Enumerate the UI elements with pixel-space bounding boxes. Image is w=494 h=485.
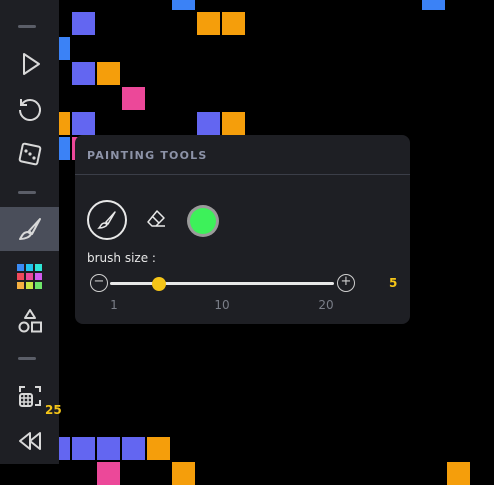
- pixel-cell[interactable]: [172, 462, 195, 485]
- brush-size-slider[interactable]: [110, 282, 334, 285]
- pixel-cell[interactable]: [97, 62, 120, 85]
- pixel-cell[interactable]: [172, 0, 195, 10]
- pixel-cell[interactable]: [72, 437, 95, 460]
- grid-size-value: 25: [45, 403, 62, 417]
- play-button[interactable]: [0, 42, 59, 86]
- pixel-cell[interactable]: [447, 462, 470, 485]
- increase-brush-size-button[interactable]: +: [337, 274, 355, 292]
- tick-label-mid: 10: [214, 298, 230, 312]
- divider: [18, 25, 36, 28]
- pixel-cell[interactable]: [97, 462, 120, 485]
- eraser-icon: [147, 210, 165, 227]
- tick-label-max: 20: [318, 298, 334, 312]
- palette-button[interactable]: [0, 254, 59, 298]
- pixel-cell[interactable]: [422, 0, 445, 10]
- sidebar: [0, 0, 59, 464]
- dice-icon: [18, 142, 41, 166]
- decrease-brush-size-button[interactable]: −: [90, 274, 108, 292]
- pixel-cell[interactable]: [72, 112, 95, 135]
- paintbrush-icon: [97, 211, 116, 229]
- pixel-cell[interactable]: [72, 12, 95, 35]
- rewind-icon: [18, 432, 41, 450]
- pixel-cell[interactable]: [122, 87, 145, 110]
- eraser-tool-button[interactable]: [143, 206, 169, 232]
- play-icon: [22, 53, 40, 75]
- slider-thumb[interactable]: [151, 277, 166, 291]
- shapes-button[interactable]: [0, 299, 59, 343]
- pixel-cell[interactable]: [122, 437, 145, 460]
- pixel-cell[interactable]: [197, 112, 220, 135]
- paint-tool-button[interactable]: [0, 207, 59, 251]
- brush-tool-button[interactable]: [87, 200, 127, 240]
- tick-label-min: 1: [110, 298, 118, 312]
- divider: [18, 191, 36, 194]
- pixel-cell[interactable]: [72, 62, 95, 85]
- divider: [18, 357, 36, 360]
- pixel-cell[interactable]: [147, 437, 170, 460]
- pixel-cell[interactable]: [222, 12, 245, 35]
- brush-size-value: 5: [389, 276, 398, 290]
- pixel-cell[interactable]: [197, 12, 220, 35]
- selected-color-swatch: [190, 208, 216, 234]
- painting-tools-panel: PAINTING TOOLS brush size : − + 1 10 20 …: [75, 135, 410, 324]
- color-picker-button[interactable]: [187, 205, 219, 237]
- pixel-cell[interactable]: [222, 112, 245, 135]
- divider: [75, 174, 410, 175]
- reset-button[interactable]: [0, 87, 59, 131]
- reset-icon: [18, 99, 41, 121]
- pixel-cell[interactable]: [97, 437, 120, 460]
- brush-size-label: brush size :: [87, 251, 156, 265]
- randomize-button[interactable]: [0, 132, 59, 176]
- grid-size-icon: [18, 386, 41, 407]
- panel-title: PAINTING TOOLS: [87, 149, 208, 162]
- palette-grid-icon: [16, 264, 42, 289]
- shapes-icon: [18, 309, 42, 333]
- paintbrush-icon: [18, 218, 41, 240]
- rewind-button[interactable]: [0, 419, 59, 463]
